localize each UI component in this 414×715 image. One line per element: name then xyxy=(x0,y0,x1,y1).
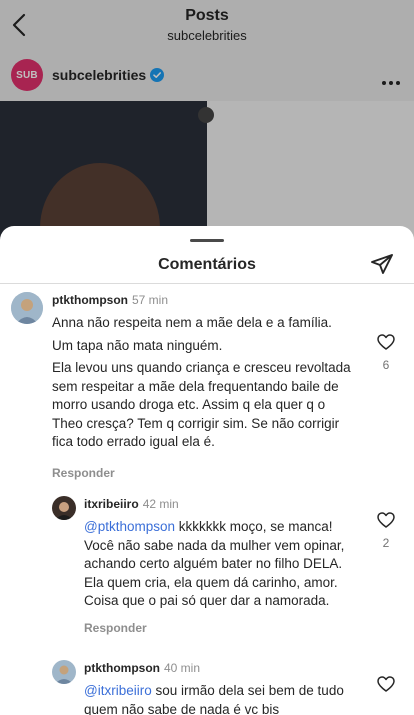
comment-avatar[interactable] xyxy=(52,496,76,520)
comment-paragraph: Ela levou uns quando criança e cresceu r… xyxy=(52,360,351,449)
comment-time: 40 min xyxy=(164,661,201,675)
comment-avatar[interactable] xyxy=(52,660,76,684)
comment-text: Anna não respeita nem a mãe dela e a fam… xyxy=(52,314,352,452)
comment-time: 42 min xyxy=(142,497,179,511)
like-count: 2 xyxy=(382,536,390,550)
share-icon[interactable] xyxy=(370,252,394,276)
comment-username[interactable]: ptkthompson xyxy=(52,293,128,307)
sheet-drag-handle[interactable] xyxy=(190,239,224,242)
comment-paragraph: Um tapa não mata ninguém. xyxy=(52,337,223,353)
comment-item: ptkthompson 57 min Anna não respeita nem … xyxy=(11,292,403,482)
comment-time: 57 min xyxy=(132,293,169,307)
heart-icon[interactable] xyxy=(377,334,395,350)
comment-mention[interactable]: @itxribeiiro xyxy=(84,683,152,698)
comment-paragraph: Anna não respeita nem a mãe dela e a fam… xyxy=(52,315,332,330)
reply-button[interactable]: Responder xyxy=(52,466,115,480)
comment-username[interactable]: itxribeiiro xyxy=(84,497,139,511)
comment-text: @ptkthompson kkkkkkk moço, se manca! Voc… xyxy=(84,518,364,611)
comment-mention[interactable]: @ptkthompson xyxy=(84,519,175,534)
heart-icon[interactable] xyxy=(377,676,395,692)
divider xyxy=(0,283,414,284)
sheet-title: Comentários xyxy=(158,256,256,273)
comment-username[interactable]: ptkthompson xyxy=(84,661,160,675)
comment-item: ptkthompson 40 min @itxribeiiro sou irmão… xyxy=(52,660,403,715)
comments-sheet: Comentários ptkthompson 57 min Anna não r… xyxy=(0,226,414,715)
reply-button[interactable]: Responder xyxy=(84,621,147,635)
comment-text: @itxribeiiro sou irmão dela sei bem de t… xyxy=(84,682,364,715)
comment-item: itxribeiiro 42 min @ptkthompson kkkkkkk m… xyxy=(52,496,403,641)
like-count: 6 xyxy=(382,358,390,372)
comment-avatar[interactable] xyxy=(11,292,43,324)
heart-icon[interactable] xyxy=(377,512,395,528)
